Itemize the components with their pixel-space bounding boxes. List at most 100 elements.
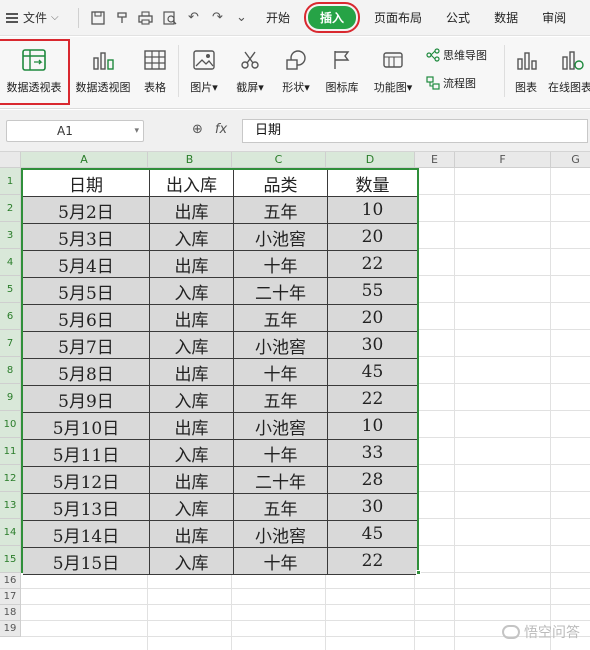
table-cell[interactable]: 30 <box>328 332 417 359</box>
table-cell[interactable]: 5月5日 <box>23 278 150 305</box>
undo-icon[interactable]: ↶ <box>185 9 202 26</box>
tab-home[interactable]: 开始 <box>254 0 302 36</box>
table-cell[interactable]: 5月6日 <box>23 305 150 332</box>
table-cell[interactable]: 出库 <box>150 305 234 332</box>
tab-insert[interactable]: 插入 <box>302 0 362 36</box>
header-cell[interactable]: 出入库 <box>150 170 234 197</box>
table-button[interactable]: 表格 <box>138 41 172 103</box>
table-cell[interactable]: 入库 <box>150 440 234 467</box>
column-header[interactable]: E <box>415 152 455 168</box>
online-chart-button[interactable]: 在线图表 <box>548 41 590 103</box>
icon-library-button[interactable]: 图标库 <box>322 41 362 103</box>
table-cell[interactable]: 十年 <box>234 359 328 386</box>
mind-map-button[interactable]: 思维导图 <box>426 47 487 63</box>
table-cell[interactable]: 5月4日 <box>23 251 150 278</box>
picture-button[interactable]: 图片▾ <box>184 41 224 103</box>
row-header[interactable]: 16 <box>0 573 21 589</box>
row-header[interactable]: 11 <box>0 438 21 465</box>
row-header[interactable]: 3 <box>0 222 21 249</box>
customize-chevron-icon[interactable]: ⌄ <box>233 9 250 26</box>
table-cell[interactable]: 入库 <box>150 332 234 359</box>
table-cell[interactable]: 入库 <box>150 386 234 413</box>
function-chart-button[interactable]: 功能图▾ <box>368 41 418 103</box>
tab-data[interactable]: 数据 <box>482 0 530 36</box>
table-cell[interactable]: 10 <box>328 197 417 224</box>
table-cell[interactable]: 22 <box>328 548 417 575</box>
tab-review[interactable]: 审阅 <box>530 0 578 36</box>
row-header[interactable]: 13 <box>0 492 21 519</box>
table-cell[interactable]: 小池窖 <box>234 413 328 440</box>
row-header[interactable]: 9 <box>0 384 21 411</box>
table-cell[interactable]: 5月12日 <box>23 467 150 494</box>
chart-button[interactable]: 图表 <box>510 41 542 103</box>
table-cell[interactable]: 入库 <box>150 224 234 251</box>
file-menu[interactable]: 文件 ⌵ <box>0 0 72 36</box>
row-header[interactable]: 7 <box>0 330 21 357</box>
header-cell[interactable]: 数量 <box>328 170 417 197</box>
table-cell[interactable]: 入库 <box>150 278 234 305</box>
table-cell[interactable]: 十年 <box>234 548 328 575</box>
format-painter-icon[interactable] <box>113 9 130 26</box>
row-header[interactable]: 17 <box>0 589 21 605</box>
table-cell[interactable]: 五年 <box>234 494 328 521</box>
table-cell[interactable]: 10 <box>328 413 417 440</box>
table-cell[interactable]: 28 <box>328 467 417 494</box>
row-header[interactable]: 6 <box>0 303 21 330</box>
formula-input[interactable]: 日期 <box>242 119 588 143</box>
table-cell[interactable]: 5月10日 <box>23 413 150 440</box>
table-cell[interactable]: 出库 <box>150 521 234 548</box>
table-cell[interactable]: 20 <box>328 305 417 332</box>
row-header[interactable]: 2 <box>0 195 21 222</box>
table-cell[interactable]: 小池窖 <box>234 332 328 359</box>
row-header[interactable]: 18 <box>0 605 21 621</box>
table-cell[interactable]: 5月7日 <box>23 332 150 359</box>
table-cell[interactable]: 5月3日 <box>23 224 150 251</box>
fx-icon[interactable]: fx <box>215 122 227 137</box>
spreadsheet-grid[interactable]: ABCDEFG 1 2 3 4 5 6 7 8 9 10 11 12 13 14 15 16 17 18 19 日期… <box>0 152 590 650</box>
table-cell[interactable]: 22 <box>328 251 417 278</box>
row-header[interactable]: 5 <box>0 276 21 303</box>
table-cell[interactable]: 出库 <box>150 359 234 386</box>
header-cell[interactable]: 日期 <box>23 170 150 197</box>
shape-button[interactable]: 形状▾ <box>276 41 316 103</box>
tab-page-layout[interactable]: 页面布局 <box>362 0 434 36</box>
row-header[interactable]: 4 <box>0 249 21 276</box>
table-cell[interactable]: 二十年 <box>234 467 328 494</box>
table-cell[interactable]: 30 <box>328 494 417 521</box>
table-cell[interactable]: 出库 <box>150 197 234 224</box>
table-cell[interactable]: 45 <box>328 359 417 386</box>
table-cell[interactable]: 55 <box>328 278 417 305</box>
table-cell[interactable]: 33 <box>328 440 417 467</box>
row-header[interactable]: 1 <box>0 168 21 195</box>
column-header[interactable]: B <box>148 152 232 168</box>
row-header[interactable]: 15 <box>0 546 21 573</box>
row-header[interactable]: 19 <box>0 621 21 637</box>
table-cell[interactable]: 5月14日 <box>23 521 150 548</box>
table-cell[interactable]: 十年 <box>234 440 328 467</box>
zoom-search-icon[interactable]: ⊕ <box>192 122 203 137</box>
name-box[interactable]: A1 ▾ <box>6 120 144 142</box>
print-preview-icon[interactable] <box>161 9 178 26</box>
table-cell[interactable]: 5月8日 <box>23 359 150 386</box>
column-header[interactable]: G <box>551 152 590 168</box>
pivot-chart-button[interactable]: 数据透视图 <box>72 41 134 103</box>
dropdown-icon[interactable]: ▾ <box>134 121 139 141</box>
table-cell[interactable]: 出库 <box>150 413 234 440</box>
table-cell[interactable]: 5月9日 <box>23 386 150 413</box>
table-cell[interactable]: 小池窖 <box>234 521 328 548</box>
table-cell[interactable]: 出库 <box>150 251 234 278</box>
header-cell[interactable]: 品类 <box>234 170 328 197</box>
table-cell[interactable]: 小池窖 <box>234 224 328 251</box>
fill-handle[interactable] <box>416 570 421 575</box>
table-cell[interactable]: 二十年 <box>234 278 328 305</box>
row-header[interactable]: 8 <box>0 357 21 384</box>
print-icon[interactable] <box>137 9 154 26</box>
select-all-corner[interactable] <box>0 152 21 168</box>
column-header[interactable]: A <box>21 152 148 168</box>
table-cell[interactable]: 五年 <box>234 305 328 332</box>
column-header[interactable]: D <box>326 152 415 168</box>
pivot-table-button[interactable]: 数据透视表 <box>0 39 70 105</box>
table-cell[interactable]: 出库 <box>150 467 234 494</box>
table-cell[interactable]: 5月15日 <box>23 548 150 575</box>
table-cell[interactable]: 十年 <box>234 251 328 278</box>
